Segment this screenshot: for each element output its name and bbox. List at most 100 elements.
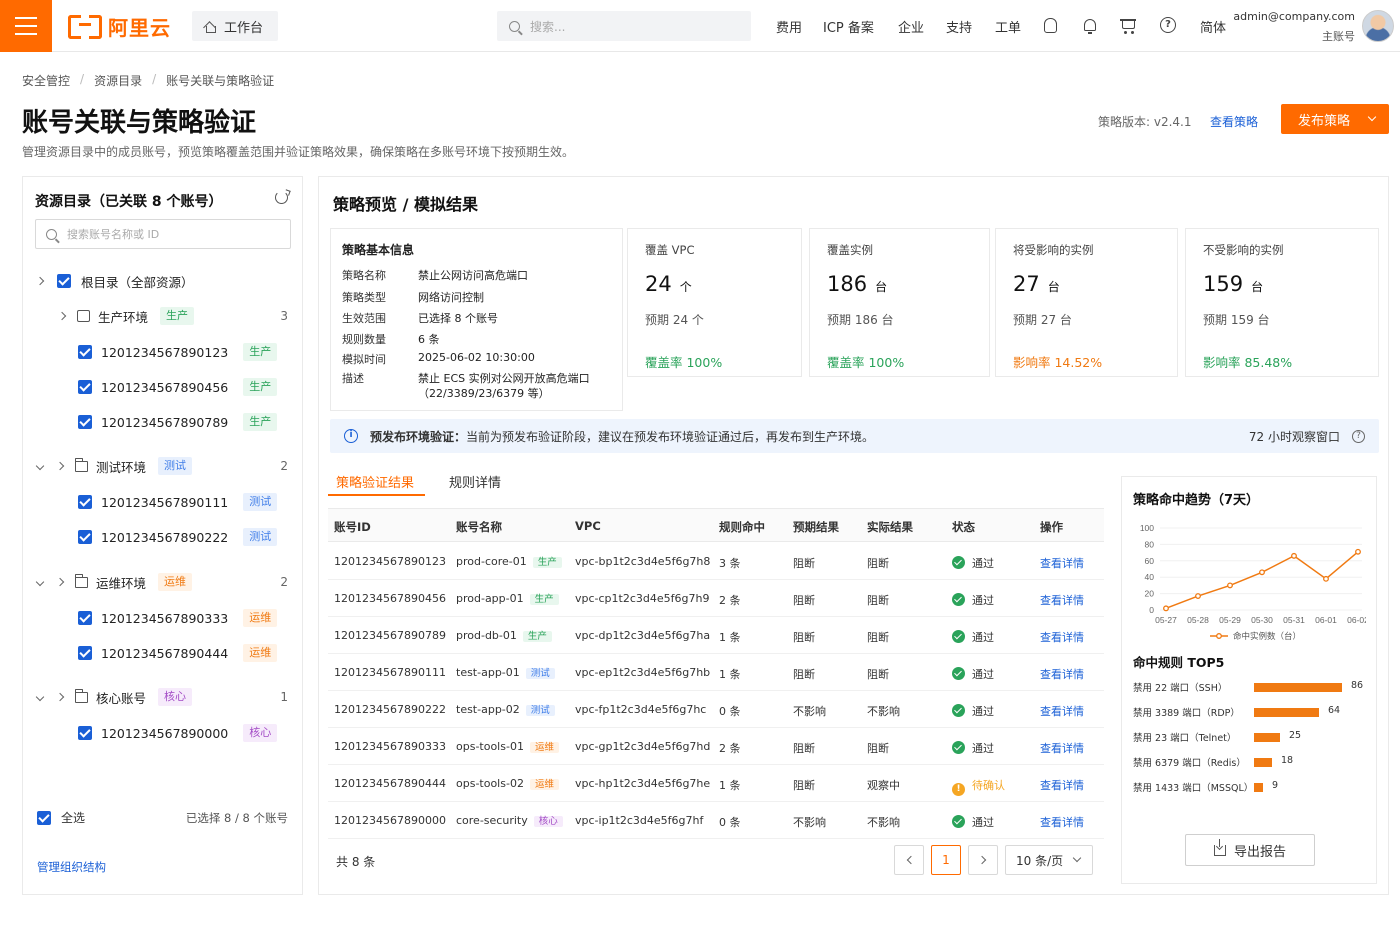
chevron-right-icon[interactable] bbox=[55, 461, 65, 471]
chevron-right-icon[interactable] bbox=[35, 276, 45, 286]
view-details-link[interactable]: 查看详情 bbox=[1040, 666, 1084, 682]
account-checkbox[interactable] bbox=[78, 380, 92, 394]
help-icon[interactable]: ? bbox=[1160, 17, 1178, 35]
chevron-down-icon[interactable] bbox=[35, 577, 45, 587]
nav-icp[interactable]: ICP 备案 bbox=[823, 0, 874, 52]
stat-rate: 覆盖率 100% bbox=[645, 355, 723, 370]
tree-account[interactable]: 1201234567890789 生产 bbox=[78, 412, 278, 432]
account-name: prod-db-01 bbox=[456, 629, 517, 642]
account-checkbox[interactable] bbox=[78, 646, 92, 660]
stat-expect: 预期 159 台 bbox=[1203, 313, 1270, 327]
view-details-link[interactable]: 查看详情 bbox=[1040, 629, 1084, 645]
notification-center-icon[interactable] bbox=[1042, 17, 1060, 35]
global-search-input[interactable]: 搜索... bbox=[497, 11, 751, 41]
prev-page-button[interactable] bbox=[894, 845, 924, 875]
user-email[interactable]: admin@company.com bbox=[1233, 10, 1355, 23]
stat-card-vpc: 覆盖 VPC 24 个 预期 24 个 覆盖率 100% bbox=[627, 228, 802, 377]
publish-policy-button[interactable]: 发布策略 bbox=[1281, 104, 1389, 134]
tree-account[interactable]: 1201234567890111 测试 bbox=[78, 492, 278, 512]
account-checkbox[interactable] bbox=[78, 345, 92, 359]
breadcrumb-item-resource-directory[interactable]: 资源目录 bbox=[94, 72, 142, 89]
stat-card-unaffected: 不受影响的实例 159 台 预期 159 台 影响率 85.48% bbox=[1185, 228, 1379, 377]
chevron-right-icon[interactable] bbox=[55, 692, 65, 702]
chevron-down-icon[interactable] bbox=[35, 692, 45, 702]
tree-group-production[interactable]: 生产环境 生产 3 bbox=[57, 306, 304, 326]
view-details-link[interactable]: 查看详情 bbox=[1040, 777, 1084, 793]
y-tick-label: 60 bbox=[1145, 556, 1155, 566]
manage-org-link[interactable]: 管理组织结构 bbox=[37, 859, 106, 875]
cell-account-name: ops-tools-01 运维 bbox=[456, 740, 559, 756]
env-tag: 生产 bbox=[243, 343, 278, 361]
cell-account-name: core-security 核心 bbox=[456, 814, 563, 830]
root-checkbox[interactable] bbox=[57, 274, 71, 288]
logo[interactable]: 阿里云 bbox=[68, 12, 171, 40]
view-details-link[interactable]: 查看详情 bbox=[1040, 814, 1084, 830]
y-tick-label: 100 bbox=[1140, 523, 1154, 533]
tree-account[interactable]: 1201234567890444 运维 bbox=[78, 643, 278, 663]
next-page-button[interactable] bbox=[968, 845, 998, 875]
breadcrumb-item-current: 账号关联与策略验证 bbox=[166, 74, 275, 88]
nav-enterprise[interactable]: 企业 bbox=[898, 0, 924, 52]
tree-account[interactable]: 1201234567890456 生产 bbox=[78, 377, 278, 397]
chevron-left-icon bbox=[906, 855, 915, 865]
account-checkbox[interactable] bbox=[78, 726, 92, 740]
view-details-link[interactable]: 查看详情 bbox=[1040, 592, 1084, 608]
tree-root[interactable]: 根目录（全部资源） bbox=[35, 271, 194, 291]
trend-line-chart: 0 20 40 60 80 100 05-27 05-28 05-29 05-30 05-31 06-… bbox=[1140, 523, 1366, 642]
page-size-select[interactable]: 10 条/页 bbox=[1005, 845, 1093, 875]
tree-account[interactable]: 1201234567890123 生产 bbox=[78, 342, 278, 362]
avatar[interactable] bbox=[1362, 10, 1394, 42]
env-tag: 运维 bbox=[158, 573, 193, 591]
nav-cost[interactable]: 费用 bbox=[776, 0, 802, 52]
top5-value: 18 bbox=[1281, 755, 1294, 766]
account-checkbox[interactable] bbox=[78, 415, 92, 429]
account-checkbox[interactable] bbox=[78, 611, 92, 625]
language-switch[interactable]: 简体 bbox=[1200, 0, 1226, 52]
table-row: 1201234567890456 prod-app-01 生产 vpc-cp1t2c3… bbox=[328, 580, 1104, 617]
chevron-right-icon[interactable] bbox=[55, 577, 65, 587]
view-policy-link[interactable]: 查看策略 bbox=[1210, 113, 1258, 130]
tab-rule-details[interactable]: 规则详情 bbox=[449, 472, 501, 491]
tree-group-ops[interactable]: 运维环境 运维 2 bbox=[35, 572, 304, 592]
tree-group-core[interactable]: 核心账号 核心 1 bbox=[35, 687, 304, 707]
data-point bbox=[1195, 593, 1201, 600]
view-details-link[interactable]: 查看详情 bbox=[1040, 740, 1084, 756]
refresh-icon[interactable] bbox=[275, 191, 288, 204]
table-row: 1201234567890111 test-app-01 测试 vpc-ep1t2c3… bbox=[328, 654, 1104, 691]
account-search-input[interactable]: 搜索账号名称或 ID bbox=[35, 219, 291, 249]
cell-expected: 不影响 bbox=[793, 816, 826, 829]
view-details-link[interactable]: 查看详情 bbox=[1040, 555, 1084, 571]
nav-support[interactable]: 支持 bbox=[946, 0, 972, 52]
account-checkbox[interactable] bbox=[78, 495, 92, 509]
tree-group-test[interactable]: 测试环境 测试 2 bbox=[35, 456, 304, 476]
chevron-down-icon[interactable] bbox=[35, 461, 45, 471]
search-placeholder: 搜索... bbox=[530, 19, 566, 34]
tree-account[interactable]: 1201234567890333 运维 bbox=[78, 608, 278, 628]
x-tick-label: 05-30 bbox=[1251, 615, 1273, 625]
select-all-checkbox[interactable] bbox=[37, 810, 51, 825]
breadcrumb-item-security[interactable]: 安全管控 bbox=[22, 72, 70, 89]
cell-account-id: 1201234567890222 bbox=[334, 703, 446, 716]
nav-ticket[interactable]: 工单 bbox=[995, 0, 1021, 52]
info-value: 6 条 bbox=[418, 333, 440, 346]
export-report-button[interactable]: 导出报告 bbox=[1185, 834, 1315, 866]
stat-unit: 台 bbox=[1047, 280, 1060, 294]
help-icon[interactable]: ? bbox=[1352, 430, 1365, 443]
cell-vpc: vpc-hp1t2c3d4e5f6g7he bbox=[575, 777, 711, 790]
menu-icon[interactable] bbox=[0, 0, 52, 52]
col-actual: 实际结果 bbox=[867, 520, 913, 534]
tree-account[interactable]: 1201234567890000 核心 bbox=[78, 723, 278, 743]
logo-text: 阿里云 bbox=[108, 15, 171, 40]
legend-marker bbox=[1216, 633, 1222, 639]
chevron-right-icon[interactable] bbox=[57, 311, 67, 321]
tab-validation-result[interactable]: 策略验证结果 bbox=[336, 472, 414, 491]
view-details-link[interactable]: 查看详情 bbox=[1040, 703, 1084, 719]
tree-account[interactable]: 1201234567890222 测试 bbox=[78, 527, 278, 547]
workbench-button[interactable]: 工作台 bbox=[192, 11, 278, 41]
bell-icon[interactable] bbox=[1081, 17, 1099, 35]
cart-icon[interactable] bbox=[1120, 17, 1138, 35]
select-all[interactable]: 全选 bbox=[37, 809, 85, 826]
account-checkbox[interactable] bbox=[78, 530, 92, 544]
page-number-button[interactable]: 1 bbox=[931, 845, 961, 875]
cell-actual: 不影响 bbox=[867, 816, 900, 829]
